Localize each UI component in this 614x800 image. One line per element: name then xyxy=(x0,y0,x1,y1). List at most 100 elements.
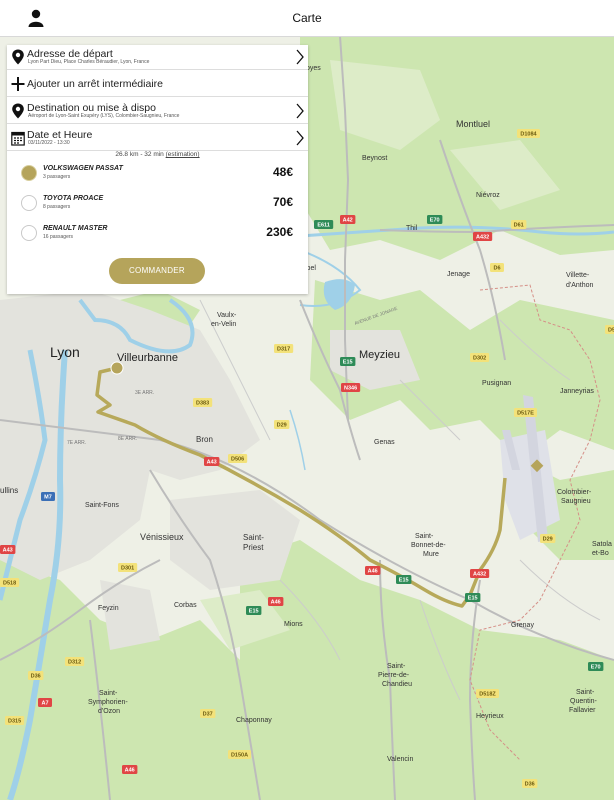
road-shield: D36 xyxy=(522,779,538,788)
vehicle-name: VOLKSWAGEN PASSAT xyxy=(43,165,123,172)
road-shield: D150A xyxy=(228,750,251,759)
vehicle-name: TOYOTA PROACE xyxy=(43,195,104,202)
svg-text:A43: A43 xyxy=(207,460,217,466)
svg-text:A43: A43 xyxy=(3,548,13,554)
departure-field[interactable]: Adresse de départ Lyon Part Dieu, Place … xyxy=(7,45,308,70)
chevron-right-icon xyxy=(296,49,304,65)
label-oullins: ullins xyxy=(0,486,18,495)
road-shield: D518Z xyxy=(476,689,499,698)
road-shield: A432 xyxy=(470,569,490,578)
svg-text:A46: A46 xyxy=(368,569,378,575)
label-beynost: Beynost xyxy=(362,155,387,162)
label-satolas: Satola xyxy=(592,541,612,548)
road-shield: E611 xyxy=(314,220,334,229)
svg-text:E15: E15 xyxy=(249,609,259,615)
vehicle-option[interactable]: RENAULT MASTER 16 passagers 230€ xyxy=(21,223,301,245)
road-shield: D518 xyxy=(605,325,614,334)
svg-text:E15: E15 xyxy=(399,578,409,584)
label-villette2: d'Anthon xyxy=(566,282,594,289)
vehicle-price: 230€ xyxy=(266,225,293,239)
chevron-right-icon xyxy=(296,130,304,146)
road-shield: D61 xyxy=(511,220,527,229)
label-vaulx: Vaulx- xyxy=(217,312,237,319)
road-shield: A432 xyxy=(473,232,493,241)
label-thil: Thil xyxy=(406,225,418,232)
svg-text:E15: E15 xyxy=(343,360,353,366)
vehicle-option[interactable]: VOLKSWAGEN PASSAT 3 passagers 48€ xyxy=(21,163,301,185)
label-arr7: 7E ARR. xyxy=(67,440,86,446)
svg-text:D29: D29 xyxy=(543,537,553,543)
road-shield: D315 xyxy=(5,716,25,725)
road-shield: D29 xyxy=(274,420,290,429)
label-valencin: Valencin xyxy=(387,756,413,763)
svg-text:D150A: D150A xyxy=(231,753,248,759)
svg-text:A7: A7 xyxy=(41,701,48,707)
svg-text:D317: D317 xyxy=(277,347,290,353)
svg-text:D517E: D517E xyxy=(517,411,534,417)
label-saintbonnet3: Mure xyxy=(423,551,439,558)
label-pierre2: Pierre-de- xyxy=(378,672,410,679)
vehicle-radio-selected[interactable] xyxy=(21,165,37,181)
road-shield: D506 xyxy=(228,454,248,463)
location-pin-icon xyxy=(12,103,24,119)
label-saintpriest: Saint- xyxy=(243,533,264,542)
road-shield: D301 xyxy=(118,563,138,572)
svg-text:D312: D312 xyxy=(68,660,81,666)
destination-field[interactable]: Destination ou mise à dispo Aéroport de … xyxy=(7,99,308,124)
svg-text:M7: M7 xyxy=(44,495,52,501)
label-pusignan: Pusignan xyxy=(482,380,511,387)
label-colombier2: Saugnieu xyxy=(561,498,591,505)
label-mions: Mions xyxy=(284,621,303,628)
add-stop-field[interactable]: Ajouter un arrêt intermédiaire xyxy=(7,72,308,97)
label-corbas: Corbas xyxy=(174,602,197,609)
label-quentin2: Quentin- xyxy=(570,698,598,705)
label-lyon: Lyon xyxy=(50,344,80,360)
road-shield: D302 xyxy=(470,353,490,362)
road-shield: D317 xyxy=(274,344,294,353)
plus-icon xyxy=(11,77,25,91)
vehicle-option[interactable]: TOYOTA PROACE 8 passagers 70€ xyxy=(21,193,301,215)
svg-text:A432: A432 xyxy=(473,572,486,578)
label-meyzieu: Meyzieu xyxy=(359,349,400,361)
label-arr8: 8E ARR. xyxy=(118,436,137,442)
label-symphorien3: d'Ozon xyxy=(98,708,120,715)
road-shield: D518 xyxy=(0,578,20,587)
datetime-value: 03/11/2022 - 13:30 xyxy=(28,140,70,146)
vehicle-radio[interactable] xyxy=(21,225,37,241)
label-colombier: Colombier- xyxy=(557,489,592,496)
label-quentin3: Fallavier xyxy=(569,707,596,714)
label-villeurbanne: Villeurbanne xyxy=(117,352,178,364)
datetime-field[interactable]: Date et Heure 03/11/2022 - 13:30 xyxy=(7,126,308,151)
svg-text:D518: D518 xyxy=(3,581,16,587)
road-shield: A46 xyxy=(122,765,138,774)
label-arr3: 3E ARR. xyxy=(135,390,154,396)
vehicle-passengers: 8 passagers xyxy=(43,204,71,210)
road-shield: D6 xyxy=(490,263,504,272)
road-shield: E15 xyxy=(340,357,356,366)
add-stop-label: Ajouter un arrêt intermédiaire xyxy=(27,78,163,90)
road-shield: A43 xyxy=(204,457,220,466)
road-shield: D29 xyxy=(540,534,556,543)
svg-text:D301: D301 xyxy=(121,566,134,572)
svg-text:D36: D36 xyxy=(31,674,41,680)
departure-value: Lyon Part Dieu, Place Charles Béraudier,… xyxy=(28,59,150,65)
label-feyzin: Feyzin xyxy=(98,605,119,612)
label-heyrieux: Heyrieux xyxy=(476,713,504,720)
svg-text:E611: E611 xyxy=(317,223,330,229)
road-shield: E15 xyxy=(396,575,412,584)
order-button[interactable]: COMMANDER xyxy=(109,258,205,284)
svg-text:D518: D518 xyxy=(608,328,614,334)
road-shield: E15 xyxy=(465,593,481,602)
label-venissieux: Vénissieux xyxy=(140,532,184,542)
label-villette: Villette- xyxy=(566,272,590,279)
svg-text:D315: D315 xyxy=(8,719,21,725)
svg-text:A432: A432 xyxy=(476,235,489,241)
label-jenage: Jenage xyxy=(447,271,470,278)
chevron-right-icon xyxy=(296,103,304,119)
vehicle-radio[interactable] xyxy=(21,195,37,211)
label-montluel: Montluel xyxy=(456,119,490,129)
estimate-link[interactable]: (estimation) xyxy=(166,151,200,158)
label-symphorien: Saint- xyxy=(99,690,118,697)
vehicle-name: RENAULT MASTER xyxy=(43,225,108,232)
vehicle-price: 70€ xyxy=(272,195,293,209)
